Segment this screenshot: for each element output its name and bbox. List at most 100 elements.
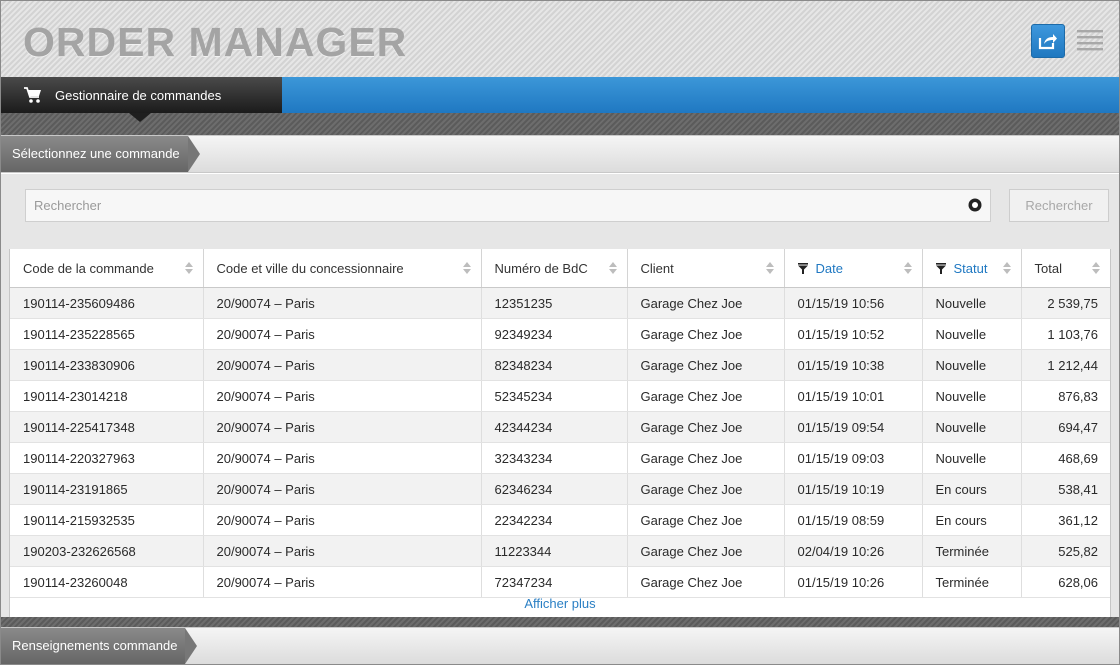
cell-order-code: 190114-23014218 <box>10 380 204 412</box>
cell-date: 01/15/19 10:19 <box>784 473 923 505</box>
column-header-dealer[interactable]: Code et ville du concessionnaire <box>203 249 482 288</box>
table-row[interactable]: 190114-23014218 20/90074 – Paris 52345234 G… <box>10 380 1110 412</box>
show-more-link[interactable]: Afficher plus <box>10 591 1110 617</box>
search-input[interactable] <box>26 190 956 221</box>
cell-client: Garage Chez Joe <box>627 287 785 319</box>
cell-total: 1 103,76 <box>1021 318 1110 350</box>
column-header-label: Client <box>640 260 674 276</box>
column-header-status[interactable]: Statut <box>922 249 1022 288</box>
cell-dealer: 20/90074 – Paris <box>203 349 482 381</box>
sort-icon[interactable] <box>608 262 617 274</box>
cell-order-code: 190114-23191865 <box>10 473 204 505</box>
cell-client: Garage Chez Joe <box>627 442 785 474</box>
table-row[interactable]: 190114-233830906 20/90074 – Paris 82348234… <box>10 349 1110 381</box>
section-title: Sélectionnez une commande <box>1 136 200 172</box>
cell-total: 525,82 <box>1021 535 1110 567</box>
column-header-total[interactable]: Total <box>1021 249 1110 288</box>
filter-icon[interactable] <box>797 262 808 274</box>
column-header-label: Numéro de BdC <box>494 260 588 276</box>
cell-client: Garage Chez Joe <box>627 535 785 567</box>
cell-client: Garage Chez Joe <box>627 504 785 536</box>
cell-status: Terminée <box>922 535 1022 567</box>
cell-status: Nouvelle <box>922 287 1022 319</box>
cell-dealer: 20/90074 – Paris <box>203 535 482 567</box>
clear-search-icon[interactable] <box>968 198 982 212</box>
cell-order-code: 190114-233830906 <box>10 349 204 381</box>
orders-table-container: Code de la commande Code et ville du conc… <box>9 249 1111 617</box>
share-button[interactable] <box>1031 24 1065 58</box>
decorative-stripe <box>1 113 1119 135</box>
cell-total: 694,47 <box>1021 411 1110 443</box>
hamburger-menu-button[interactable] <box>1077 27 1103 53</box>
cell-dealer: 20/90074 – Paris <box>203 473 482 505</box>
cell-dealer: 20/90074 – Paris <box>203 287 482 319</box>
sort-icon[interactable] <box>1002 262 1011 274</box>
table-row[interactable]: 190114-23191865 20/90074 – Paris 62346234 G… <box>10 473 1110 505</box>
cell-date: 01/15/19 10:56 <box>784 287 923 319</box>
cell-client: Garage Chez Joe <box>627 318 785 350</box>
cell-dealer: 20/90074 – Paris <box>203 504 482 536</box>
search-box <box>25 189 991 222</box>
cell-order-code: 190114-225417348 <box>10 411 204 443</box>
cell-status: En cours <box>922 504 1022 536</box>
cell-status: Nouvelle <box>922 380 1022 412</box>
cell-date: 01/15/19 10:01 <box>784 380 923 412</box>
app-window: ORDER MANAGER Gestionnaire de commandes … <box>0 0 1120 665</box>
table-row[interactable]: 190114-235609486 20/90074 – Paris 12351235… <box>10 287 1110 319</box>
column-header-order-code[interactable]: Code de la commande <box>10 249 204 288</box>
cell-client: Garage Chez Joe <box>627 473 785 505</box>
table-row[interactable]: 190114-235228565 20/90074 – Paris 92349234… <box>10 318 1110 350</box>
column-header-label: Statut <box>953 260 988 276</box>
search-button[interactable]: Rechercher <box>1009 189 1109 222</box>
sort-icon[interactable] <box>184 262 193 274</box>
cell-date: 02/04/19 10:26 <box>784 535 923 567</box>
cell-dealer: 20/90074 – Paris <box>203 442 482 474</box>
cell-status: Nouvelle <box>922 442 1022 474</box>
column-header-label: Date <box>815 260 843 276</box>
cell-total: 2 539,75 <box>1021 287 1110 319</box>
table-row[interactable]: 190114-225417348 20/90074 – Paris 42344234… <box>10 411 1110 443</box>
cell-po-number: 92349234 <box>481 318 628 350</box>
cell-status: Nouvelle <box>922 349 1022 381</box>
cell-dealer: 20/90074 – Paris <box>203 411 482 443</box>
cell-client: Garage Chez Joe <box>627 380 785 412</box>
table-row[interactable]: 190203-232626568 20/90074 – Paris 11223344… <box>10 535 1110 567</box>
cell-po-number: 11223344 <box>481 535 628 567</box>
table-row[interactable]: 190114-220327963 20/90074 – Paris 32343234… <box>10 442 1110 474</box>
cell-order-code: 190114-215932535 <box>10 504 204 536</box>
column-header-client[interactable]: Client <box>627 249 785 288</box>
sort-icon[interactable] <box>903 262 912 274</box>
app-header: ORDER MANAGER <box>1 1 1119 77</box>
cell-date: 01/15/19 09:03 <box>784 442 923 474</box>
cell-date: 01/15/19 09:54 <box>784 411 923 443</box>
shopping-cart-icon <box>23 86 43 104</box>
cell-date: 01/15/19 08:59 <box>784 504 923 536</box>
cell-dealer: 20/90074 – Paris <box>203 318 482 350</box>
cell-po-number: 32343234 <box>481 442 628 474</box>
column-header-label: Code et ville du concessionnaire <box>216 260 404 276</box>
table-margin-right <box>1111 236 1119 617</box>
cell-dealer: 20/90074 – Paris <box>203 380 482 412</box>
nav-bar: Gestionnaire de commandes <box>1 77 1119 113</box>
table-row[interactable]: 190114-215932535 20/90074 – Paris 22342234… <box>10 504 1110 536</box>
decorative-stripe-bottom <box>1 617 1119 627</box>
search-area: Rechercher <box>1 174 1119 236</box>
cell-order-code: 190114-235228565 <box>10 318 204 350</box>
table-body: 190114-235609486 20/90074 – Paris 12351235… <box>10 287 1110 598</box>
column-header-label: Code de la commande <box>23 260 154 276</box>
column-header-date[interactable]: Date <box>784 249 923 288</box>
cell-po-number: 62346234 <box>481 473 628 505</box>
sort-icon[interactable] <box>1092 262 1100 274</box>
tab-label: Gestionnaire de commandes <box>55 87 222 103</box>
table-margin-top <box>1 236 1119 249</box>
cell-order-code: 190114-220327963 <box>10 442 204 474</box>
column-header-po-number[interactable]: Numéro de BdC <box>481 249 628 288</box>
sort-icon[interactable] <box>765 262 774 274</box>
cell-client: Garage Chez Joe <box>627 349 785 381</box>
cell-order-code: 190203-232626568 <box>10 535 204 567</box>
table-margin-left <box>1 236 9 617</box>
cell-date: 01/15/19 10:38 <box>784 349 923 381</box>
tab-order-manager[interactable]: Gestionnaire de commandes <box>1 77 282 113</box>
filter-icon[interactable] <box>935 262 946 274</box>
sort-icon[interactable] <box>462 262 471 274</box>
